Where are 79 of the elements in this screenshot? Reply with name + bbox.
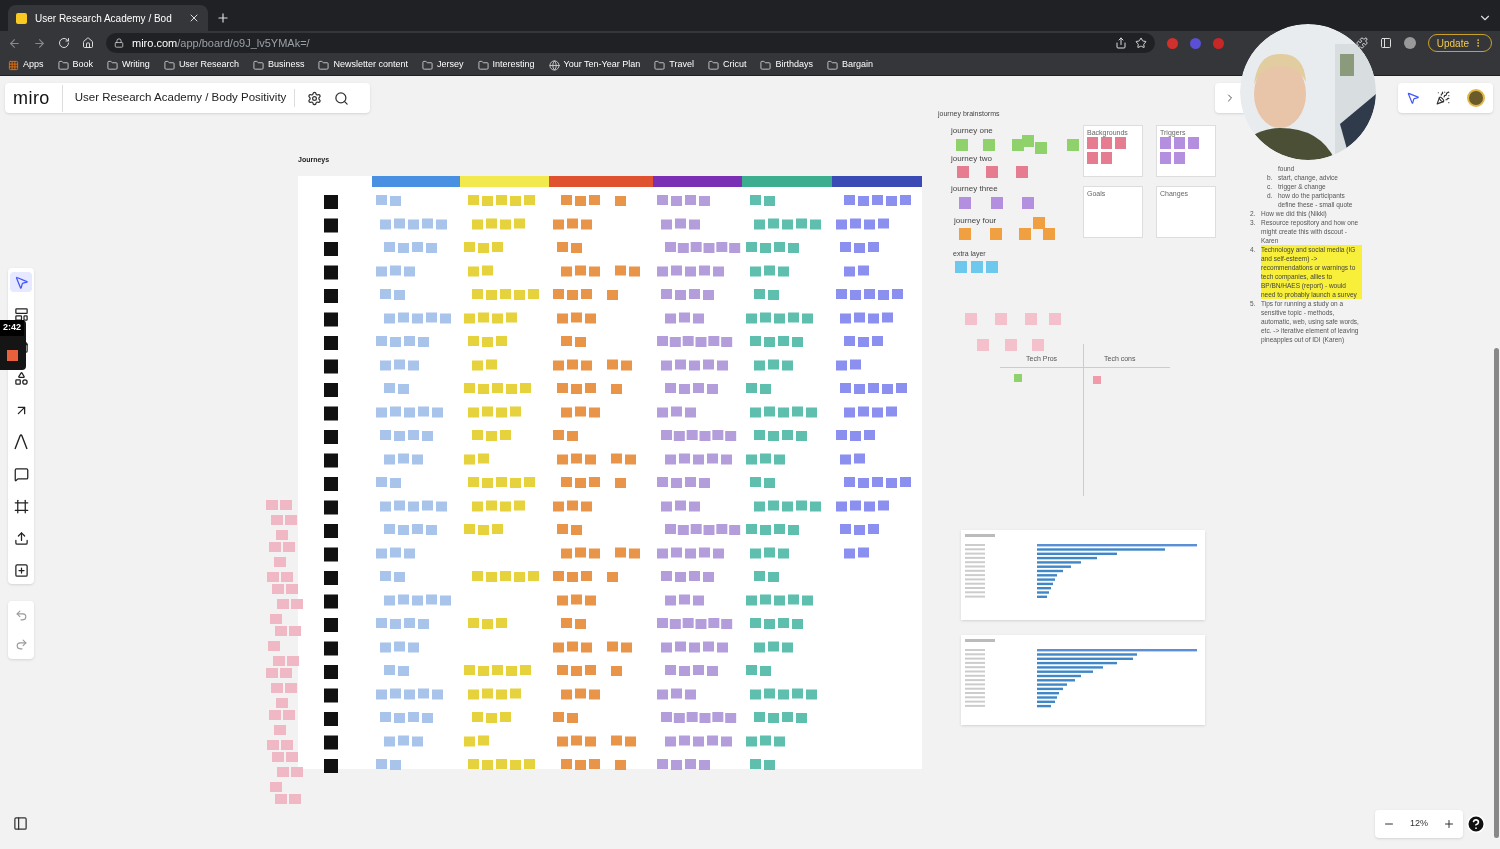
bookmark-link[interactable]: Newsletter content	[333, 58, 408, 72]
pen-icon	[14, 434, 28, 450]
sticky-note	[1014, 374, 1022, 382]
browser-tab[interactable]: User Research Academy / Bod	[8, 5, 208, 31]
template-icon	[13, 306, 29, 322]
journey-label: journey four	[954, 215, 997, 227]
text-line	[965, 587, 985, 589]
address-field[interactable]: miro.com/app/board/o9J_lv5YMAk=/	[106, 33, 1155, 53]
help-icon[interactable]	[1466, 814, 1486, 834]
journey-label: journey two	[951, 153, 992, 165]
folder-icon	[107, 59, 119, 71]
side-panel-icon[interactable]	[1379, 37, 1392, 49]
upload-icon	[13, 530, 29, 546]
text-line	[965, 544, 985, 546]
stop-icon	[7, 350, 18, 361]
plus-icon	[13, 562, 29, 578]
folder-icon	[477, 59, 489, 71]
share-icon[interactable]	[1114, 37, 1127, 49]
text-line	[965, 639, 995, 642]
new-tab-icon[interactable]	[216, 11, 230, 25]
folder-icon	[422, 59, 433, 71]
panel-icon[interactable]	[13, 816, 28, 831]
bookmark-link[interactable]: Birthdays	[775, 58, 813, 72]
frame-icon	[13, 498, 29, 514]
settings-icon[interactable]	[307, 90, 323, 106]
board-title[interactable]: User Research Academy / Body Positivity	[74, 89, 296, 107]
bookmark-link[interactable]: Travel	[669, 58, 694, 72]
folder-icon	[654, 59, 666, 71]
bookmark-link[interactable]: Cricut	[722, 58, 747, 72]
party-popper-icon[interactable]	[1436, 91, 1451, 105]
redo-icon[interactable]	[14, 638, 28, 651]
cursor-icon	[13, 274, 29, 290]
bookmark-link[interactable]: Apps	[23, 58, 44, 72]
sticky-notes-drawing	[955, 261, 998, 273]
extensions-icon[interactable]	[1355, 37, 1368, 49]
cursor-icon[interactable]	[1406, 91, 1421, 105]
text-line	[965, 649, 985, 651]
bookmark-star-icon[interactable]	[1134, 37, 1147, 49]
text-line	[965, 692, 985, 694]
miro-favicon-icon	[16, 12, 27, 24]
journey-label: journey one	[951, 125, 993, 137]
tab-title: User Research Academy / Bod	[35, 11, 173, 26]
folder-icon	[57, 59, 69, 71]
undo-icon[interactable]	[14, 609, 28, 622]
forward-icon[interactable]	[33, 36, 46, 50]
folder-icon	[760, 59, 772, 71]
close-icon[interactable]	[188, 12, 200, 24]
folder-icon	[707, 59, 719, 71]
shapes-icon	[13, 370, 29, 386]
miro-logo: miro	[13, 84, 63, 112]
zoom-in-icon[interactable]	[1443, 818, 1456, 830]
lock-icon	[114, 38, 124, 48]
journey-label: journey three	[951, 183, 998, 195]
zoom-level: 12%	[1410, 817, 1428, 831]
reload-icon[interactable]	[58, 37, 70, 49]
text-line	[965, 534, 995, 537]
folder-icon	[252, 59, 264, 71]
bookmark-link[interactable]: Interesting	[492, 58, 535, 72]
bookmark-link[interactable]: Jersey	[437, 58, 464, 72]
apps-icon	[8, 59, 19, 71]
home-icon[interactable]	[82, 37, 94, 49]
bookmark-link[interactable]: Business	[267, 58, 305, 72]
globe-icon	[548, 59, 560, 71]
folder-icon	[163, 59, 175, 71]
recording-timer: 2:42	[0, 320, 24, 336]
sticky-note	[1093, 376, 1101, 384]
bookmark-link[interactable]: Bargain	[842, 58, 873, 72]
avatar-icon[interactable]	[1466, 89, 1485, 107]
bookmark-link[interactable]: Writing	[122, 58, 150, 72]
bookmark-link[interactable]: Book	[72, 58, 94, 72]
avatar-icon[interactable]	[1403, 37, 1416, 49]
folder-icon	[827, 59, 838, 71]
folder-icon	[318, 59, 330, 71]
bookmark-link[interactable]: Your Ten-Year Plan	[563, 58, 641, 72]
bookmark-link[interactable]: User Research	[178, 58, 239, 72]
comment-icon	[13, 466, 29, 482]
search-icon[interactable]	[334, 90, 350, 106]
back-icon[interactable]	[8, 36, 21, 50]
sticky-notes-drawing	[957, 166, 1028, 178]
